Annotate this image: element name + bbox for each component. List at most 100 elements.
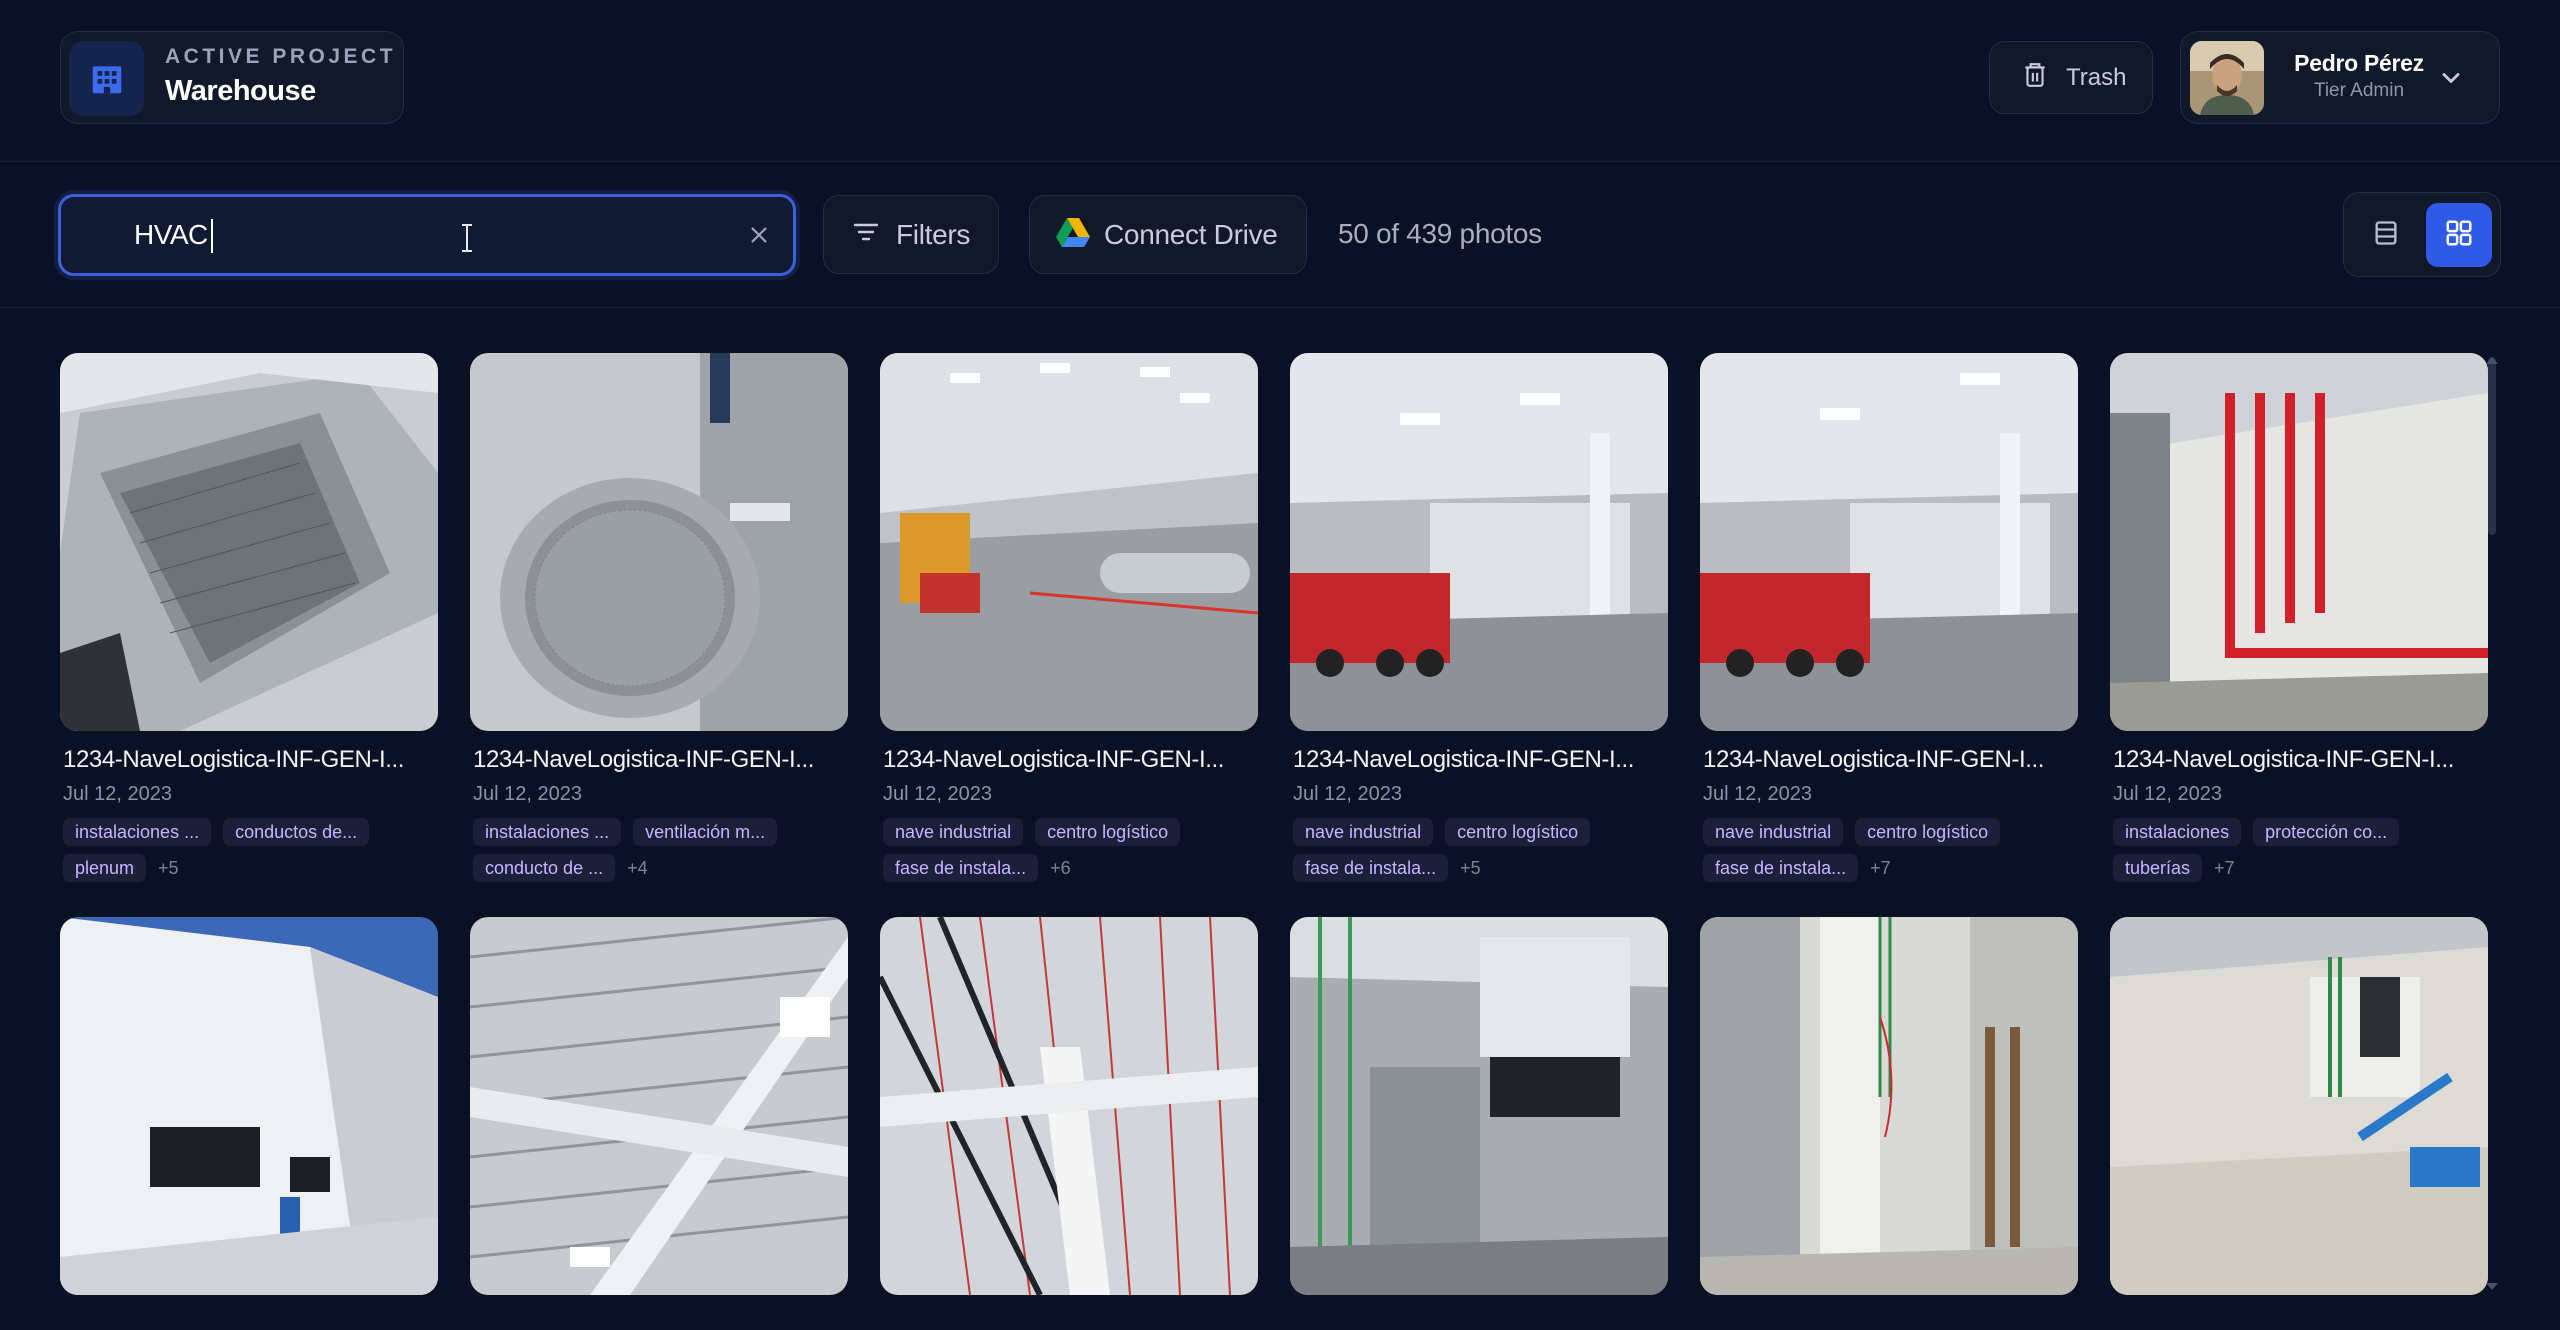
tag-chip[interactable]: centro logístico [1035,818,1181,846]
tag-chip[interactable]: fase de instala... [1293,854,1449,882]
scroll-down-icon[interactable] [2486,1283,2498,1290]
list-view-icon [2372,219,2400,252]
user-role: Tier Admin [2313,80,2405,101]
photo-title: 1234-NaveLogistica-INF-GEN-I... [883,746,1225,773]
photo-grid: 1234-NaveLogistica-INF-GEN-I... Jul 12, … [60,353,2496,1330]
photo-date: Jul 12, 2023 [1293,783,1402,805]
grid-view-icon [2444,218,2474,253]
photo-thumbnail[interactable] [60,353,438,731]
tag-chip[interactable]: protección co... [2253,818,2400,846]
photo-count: 50 of 439 photos [1338,218,1542,249]
photo-thumbnail[interactable] [880,917,1258,1295]
photo-thumbnail[interactable] [2110,917,2488,1295]
photo-title: 1234-NaveLogistica-INF-GEN-I... [473,746,815,773]
tag-list: nave industrial centro logístico fase de … [1703,818,2081,890]
more-tags-count[interactable]: +4 [627,858,648,879]
grid-view-button[interactable] [2426,203,2492,267]
filter-icon [852,220,880,249]
photo-thumbnail[interactable] [470,917,848,1295]
tag-chip[interactable]: nave industrial [1293,818,1434,846]
tag-list: instalaciones protección co... tuberías +7 [2113,818,2491,890]
tag-list: nave industrial centro logístico fase de … [883,818,1261,890]
tag-list: instalaciones ... conductos de... plenum +… [63,818,441,890]
more-tags-count[interactable]: +7 [1870,858,1891,879]
tag-chip[interactable]: instalaciones ... [473,818,622,846]
close-icon[interactable] [743,219,775,251]
project-name: Warehouse [165,75,316,107]
tag-chip[interactable]: plenum [63,854,147,882]
photo-thumbnail[interactable] [1700,917,2078,1295]
search-box[interactable] [58,194,796,276]
search-input[interactable] [134,215,694,255]
tag-chip[interactable]: fase de instala... [883,854,1039,882]
more-tags-count[interactable]: +5 [158,858,179,879]
photo-thumbnail[interactable] [60,917,438,1295]
tag-chip[interactable]: instalaciones ... [63,818,212,846]
photo-card[interactable] [470,917,848,1295]
trash-icon [2022,61,2048,94]
photo-card[interactable] [1700,917,2078,1295]
photo-date: Jul 12, 2023 [473,783,582,805]
building-icon [69,41,144,116]
photo-card[interactable]: 1234-NaveLogistica-INF-GEN-I... Jul 12, … [2110,353,2488,882]
connect-drive-button[interactable]: Connect Drive [1029,195,1307,274]
text-cursor-icon [459,223,475,258]
toolbar: Filters Connect Drive 50 of 439 photos [0,162,2560,308]
tag-chip[interactable]: centro logístico [1855,818,2001,846]
photo-thumbnail[interactable] [1290,917,1668,1295]
text-caret [211,219,213,253]
connect-drive-label: Connect Drive [1104,218,1278,250]
project-kicker: ACTIVE PROJECT [165,45,397,68]
photo-card[interactable]: 1234-NaveLogistica-INF-GEN-I... Jul 12, … [60,353,438,882]
tag-chip[interactable]: nave industrial [883,818,1024,846]
tag-chip[interactable]: ventilación m... [633,818,778,846]
photo-thumbnail[interactable] [1290,353,1668,731]
view-toggle [2343,192,2501,277]
photo-title: 1234-NaveLogistica-INF-GEN-I... [63,746,405,773]
tag-chip[interactable]: instalaciones [2113,818,2242,846]
tag-chip[interactable]: fase de instala... [1703,854,1859,882]
photo-card[interactable] [2110,917,2488,1295]
photo-thumbnail[interactable] [1700,353,2078,731]
tag-chip[interactable]: nave industrial [1703,818,1844,846]
scroll-up-icon[interactable] [2486,357,2498,364]
tag-list: instalaciones ... ventilación m... conduc… [473,818,851,890]
photo-date: Jul 12, 2023 [883,783,992,805]
filters-label: Filters [896,218,971,250]
photo-thumbnail[interactable] [2110,353,2488,731]
photo-card[interactable]: 1234-NaveLogistica-INF-GEN-I... Jul 12, … [1290,353,1668,882]
user-name: Pedro Pérez [2294,50,2424,76]
photo-date: Jul 12, 2023 [1703,783,1812,805]
trash-label: Trash [2066,63,2127,91]
avatar [2190,41,2264,115]
photo-thumbnail[interactable] [470,353,848,731]
list-view-button[interactable] [2354,203,2418,267]
photo-date: Jul 12, 2023 [2113,783,2222,805]
filters-button[interactable]: Filters [823,195,999,274]
tag-chip[interactable]: conducto de ... [473,854,616,882]
photo-card[interactable] [1290,917,1668,1295]
photo-card[interactable]: 1234-NaveLogistica-INF-GEN-I... Jul 12, … [880,353,1258,882]
tag-chip[interactable]: centro logístico [1445,818,1591,846]
chevron-down-icon[interactable] [2437,64,2465,97]
photo-card[interactable]: 1234-NaveLogistica-INF-GEN-I... Jul 12, … [1700,353,2078,882]
trash-button[interactable]: Trash [1989,41,2153,114]
photo-card[interactable] [60,917,438,1295]
more-tags-count[interactable]: +5 [1460,858,1481,879]
tag-chip[interactable]: conductos de... [223,818,370,846]
scrollbar-thumb[interactable] [2488,357,2496,535]
photo-title: 1234-NaveLogistica-INF-GEN-I... [2113,746,2455,773]
top-header: ACTIVE PROJECT Warehouse Trash Pedro Pér… [0,0,2560,162]
user-menu[interactable]: Pedro Pérez Tier Admin [2180,31,2500,124]
photo-thumbnail[interactable] [880,353,1258,731]
photo-card[interactable]: 1234-NaveLogistica-INF-GEN-I... Jul 12, … [470,353,848,882]
more-tags-count[interactable]: +7 [2214,858,2235,879]
tag-chip[interactable]: tuberías [2113,854,2203,882]
photo-title: 1234-NaveLogistica-INF-GEN-I... [1293,746,1635,773]
project-switcher[interactable]: ACTIVE PROJECT Warehouse [60,31,404,124]
more-tags-count[interactable]: +6 [1050,858,1071,879]
photo-card[interactable] [880,917,1258,1295]
tag-list: nave industrial centro logístico fase de … [1293,818,1671,890]
photo-title: 1234-NaveLogistica-INF-GEN-I... [1703,746,2045,773]
google-drive-icon [1056,217,1090,252]
